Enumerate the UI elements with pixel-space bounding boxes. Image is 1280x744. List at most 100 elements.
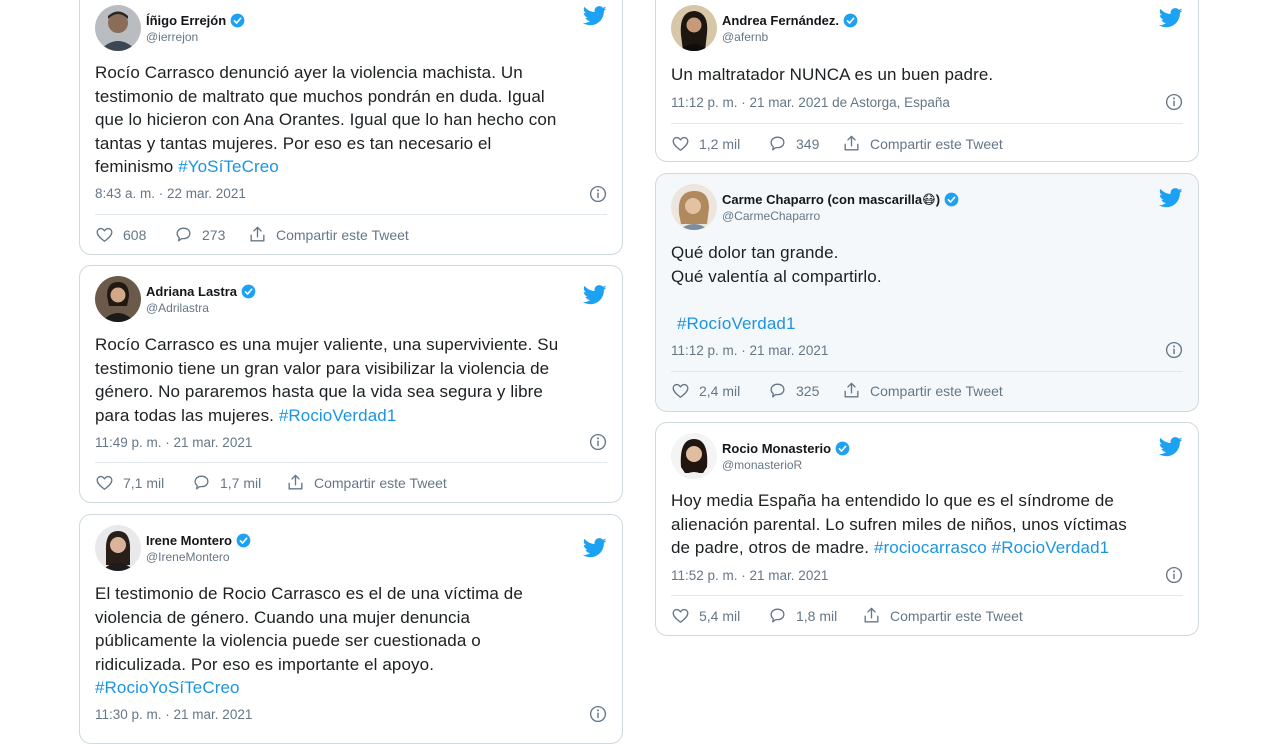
author-name-text: Rocio Monasterio <box>722 441 832 456</box>
tweet-card[interactable]: Carme Chaparro (con mascarilla😷) @CarmeC… <box>655 173 1199 412</box>
text-line: Rocío Carrasco denunció ayer la violenci… <box>95 63 523 82</box>
text-line: feminismo <box>95 157 179 176</box>
info-icon[interactable] <box>589 185 607 203</box>
info-icon[interactable] <box>589 705 607 723</box>
twitter-logo-icon[interactable] <box>583 537 607 559</box>
like-button[interactable]: 608 <box>95 225 146 244</box>
tweet-text: Qué dolor tan grande. Qué valentía al co… <box>671 241 1183 335</box>
twitter-logo-icon[interactable] <box>583 5 607 27</box>
author-handle[interactable]: @CarmeChaparro <box>722 209 820 223</box>
twitter-logo-icon[interactable] <box>1159 187 1183 209</box>
heart-icon <box>672 608 689 623</box>
hashtag-link[interactable]: #RocíoVerdad1 <box>677 314 796 333</box>
author-name-text: Irene Montero <box>146 533 232 548</box>
tweet-actions: 608 273 Compartir este Tweet <box>95 225 607 247</box>
share-icon <box>844 382 859 398</box>
info-icon[interactable] <box>1165 341 1183 359</box>
like-count: 1,2 mil <box>699 135 741 152</box>
text-line: para todas las mujeres. <box>95 405 279 425</box>
hashtag-link[interactable]: #RocioYoSíTeCreo <box>95 678 240 697</box>
tweet-actions: 5,4 mil 1,8 mil Compartir este Tweet <box>671 606 1183 628</box>
tweet-card[interactable]: Adriana Lastra @Adrilastra Rocío Carrasc… <box>79 265 623 503</box>
tweet-actions: 7,1 mil 1,7 mil Compartir este Tweet <box>95 473 607 495</box>
info-icon[interactable] <box>589 433 607 451</box>
tweet-card[interactable]: Íñigo Errejón @ierrejon Rocío Carrasco d… <box>79 0 623 255</box>
share-tweet-button[interactable]: Compartir este Tweet <box>842 134 1003 153</box>
author-name[interactable]: Adriana Lastra <box>146 284 256 299</box>
avatar[interactable] <box>95 5 141 51</box>
like-count: 608 <box>123 226 147 243</box>
reply-button[interactable]: 1,7 mil <box>192 473 261 492</box>
reply-button[interactable]: 1,8 mil <box>768 606 837 625</box>
reply-button[interactable]: 325 <box>768 381 819 400</box>
like-button[interactable]: 2,4 mil <box>671 381 740 400</box>
text-line: Qué valentía al compartirlo. <box>671 266 882 286</box>
author-handle[interactable]: @IreneMontero <box>146 550 230 564</box>
tweet-card[interactable]: Andrea Fernández. @afernb Un maltratador… <box>655 0 1199 162</box>
like-button[interactable]: 1,2 mil <box>671 134 740 153</box>
mask-emoji: 😷 <box>922 192 936 207</box>
tweet-timestamp[interactable]: 8:43 a. m. · 22 mar. 2021 <box>95 186 246 201</box>
hashtag-link[interactable]: #RocioVerdad1 <box>279 406 397 425</box>
heart-icon <box>96 475 113 490</box>
divider <box>95 462 607 463</box>
share-tweet-button[interactable]: Compartir este Tweet <box>248 225 409 244</box>
tweet-timestamp[interactable]: 11:12 p. m. · 21 mar. 2021 <box>671 343 828 358</box>
verified-badge-icon <box>230 13 245 28</box>
tweet-timestamp[interactable]: 11:12 p. m. · 21 mar. 2021 de Astorga, E… <box>671 95 950 110</box>
hashtag-link[interactable]: #RocioVerdad1 <box>992 538 1110 557</box>
avatar[interactable] <box>671 5 717 51</box>
author-handle[interactable]: @afernb <box>722 30 768 44</box>
like-button[interactable]: 5,4 mil <box>671 606 740 625</box>
reply-button[interactable]: 273 <box>174 225 225 244</box>
tweet-text: Rocío Carrasco es una mujer valiente, un… <box>95 333 607 427</box>
info-icon[interactable] <box>1165 566 1183 584</box>
author-handle[interactable]: @ierrejon <box>146 30 198 44</box>
tweet-actions: 2,4 mil 325 Compartir este Tweet <box>671 381 1183 403</box>
twitter-logo-icon[interactable] <box>1159 7 1183 29</box>
share-tweet-button[interactable]: Compartir este Tweet <box>286 473 447 492</box>
avatar[interactable] <box>95 525 141 571</box>
author-name[interactable]: Rocio Monasterio <box>722 441 850 456</box>
reply-count: 325 <box>796 382 820 399</box>
author-name-end: ) <box>935 192 941 207</box>
tweet-card[interactable]: Rocio Monasterio @monasterioR Hoy media … <box>655 422 1199 636</box>
author-handle[interactable]: @Adrilastra <box>146 301 209 315</box>
hashtag-link[interactable]: #rociocarrasco <box>874 538 987 557</box>
text-line: violencia de género. Cuando una mujer de… <box>95 607 471 627</box>
tweet-card[interactable]: Irene Montero @IreneMontero El testimoni… <box>79 514 623 744</box>
author-handle[interactable]: @monasterioR <box>722 458 802 472</box>
share-icon <box>288 474 303 490</box>
reply-button[interactable]: 349 <box>768 134 819 153</box>
like-button[interactable]: 7,1 mil <box>95 473 164 492</box>
verified-badge-icon <box>944 192 959 207</box>
avatar[interactable] <box>671 433 717 479</box>
share-tweet-button[interactable]: Compartir este Tweet <box>862 606 1023 625</box>
text-line: género. No pararemos hasta que la vida s… <box>95 382 543 401</box>
share-tweet-button[interactable]: Compartir este Tweet <box>842 381 1003 400</box>
twitter-logo-icon[interactable] <box>1159 436 1183 458</box>
share-label: Compartir este Tweet <box>870 382 1003 399</box>
author-name[interactable]: Carme Chaparro (con mascarilla😷) <box>722 192 959 208</box>
share-label: Compartir este Tweet <box>890 607 1023 624</box>
author-name[interactable]: Íñigo Errejón <box>146 13 245 28</box>
divider <box>671 595 1183 596</box>
avatar[interactable] <box>95 276 141 322</box>
reply-count: 349 <box>796 135 820 152</box>
tweet-timestamp[interactable]: 11:52 p. m. · 21 mar. 2021 <box>671 568 828 583</box>
text-line: que lo hicieron con Ana Orantes. Igual q… <box>95 110 557 129</box>
author-name[interactable]: Irene Montero <box>146 533 251 548</box>
text-line: Qué dolor tan grande. <box>671 243 839 262</box>
text-line: alienación parental. Lo sufren miles de … <box>671 514 1127 534</box>
tweet-timestamp[interactable]: 11:49 p. m. · 21 mar. 2021 <box>95 435 252 450</box>
author-name-text: Andrea Fernández. <box>722 13 840 28</box>
text-line: testimonio tiene un gran valor para visi… <box>95 358 550 378</box>
info-icon[interactable] <box>1165 93 1183 111</box>
reply-count: 1,7 mil <box>220 474 262 491</box>
hashtag-link[interactable]: #YoSíTeCreo <box>178 157 279 176</box>
text-line: El testimonio de Rocio Carrasco es el de… <box>95 584 523 603</box>
author-name[interactable]: Andrea Fernández. <box>722 13 858 28</box>
avatar[interactable] <box>671 184 717 230</box>
twitter-logo-icon[interactable] <box>583 284 607 306</box>
like-count: 5,4 mil <box>699 607 741 624</box>
